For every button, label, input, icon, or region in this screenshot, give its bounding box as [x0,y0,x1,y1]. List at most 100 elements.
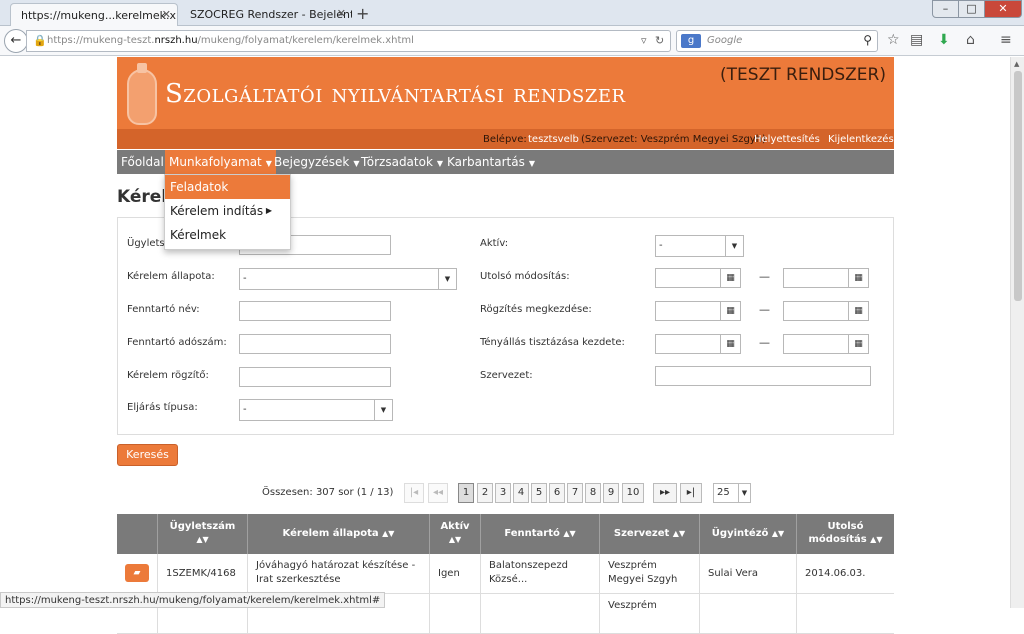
cell-fenntarto [480,594,599,634]
search-bar[interactable]: g Google ⚲ [676,30,878,52]
page-button-1[interactable]: 1 [458,483,474,503]
calendar-icon[interactable]: ▦ [720,335,740,353]
close-tab-icon[interactable]: ✕ [162,8,171,21]
szervezet-input[interactable] [655,366,871,386]
download-icon[interactable]: ⬇ [938,32,950,48]
col-header-szervezet[interactable]: Szervezet ▲▼ [599,514,699,554]
page-size-select[interactable]: 25 ▼ [713,483,751,503]
reading-list-icon[interactable]: ▤ [910,32,923,48]
menu-item-munkafolyamat[interactable]: Munkafolyamat ▼ [165,150,276,174]
rogzites-megkezdese-to[interactable]: ▦ [783,301,869,321]
fenntarto-nev-input[interactable] [239,301,391,321]
logout-link[interactable]: Kijelentkezés [828,134,894,145]
menu-item-fooldal[interactable]: Főoldal [121,150,164,174]
utolso-modositas-from[interactable]: ▦ [655,268,741,288]
kerelem-allapota-select[interactable]: - ▼ [239,268,457,290]
address-bar[interactable]: 🔒 https://mukeng-teszt.nrszh.hu/mukeng/f… [26,30,671,52]
bookmark-star-icon[interactable]: ☆ [887,32,900,48]
page-button-8[interactable]: 8 [585,483,601,503]
cell-utolso-modositas [796,594,894,634]
new-tab-icon[interactable]: + [356,4,369,23]
calendar-icon[interactable]: ▦ [848,302,868,320]
main-menu: Főoldal Munkafolyamat ▼ Bejegyzések ▼ Törz… [117,150,894,174]
calendar-icon[interactable]: ▦ [848,269,868,287]
tenyallas-from[interactable]: ▦ [655,334,741,354]
sort-icon[interactable]: ▲▼ [870,535,882,544]
lock-icon: 🔒 [33,34,47,47]
menu-item-karbantartas[interactable]: Karbantartás ▼ [447,150,535,174]
reload-icon[interactable]: ↻ [655,34,664,47]
utolso-modositas-to[interactable]: ▦ [783,268,869,288]
next-page-button[interactable]: ▸▸ [653,483,677,503]
sort-icon[interactable]: ▲▼ [382,529,394,538]
chevron-down-icon[interactable]: ▼ [725,236,743,256]
substitution-link[interactable]: Helyettesítés [754,134,820,145]
menu-hamburger-icon[interactable]: ≡ [1000,32,1012,48]
maximize-window-button[interactable]: □ [958,0,985,18]
page-button-9[interactable]: 9 [603,483,619,503]
page-button-2[interactable]: 2 [477,483,493,503]
kerelem-rogzito-input[interactable] [239,367,391,387]
cell-fenntarto: Balatonszepezd Közsé... [480,554,599,594]
browser-tab-active[interactable]: https://mukeng...kerelmek.xhtml ✕ [10,3,178,26]
page-button-4[interactable]: 4 [513,483,529,503]
col-header-ugyintezo[interactable]: Ügyintéző ▲▼ [699,514,796,554]
page-button-10[interactable]: 10 [622,483,644,503]
last-page-button[interactable]: ▸| [680,483,702,503]
table-row[interactable]: ▰ 1SZEMK/4168 Jóváhagyó határozat készít… [117,554,894,594]
browser-tab-inactive[interactable]: SZOCREG Rendszer - Bejelentk... ✕ [180,3,352,26]
dropdown-item-kerelmek[interactable]: Kérelmek [165,223,290,247]
col-header-ugyletszam[interactable]: Ügyletszám ▲▼ [157,514,247,554]
dropdown-item-feladatok[interactable]: Feladatok [165,175,290,199]
open-folder-icon[interactable]: ▰ [125,564,149,582]
site-banner: Szolgáltatói nyilvántartási rendszer (TE… [117,57,894,129]
col-header-aktiv[interactable]: Aktív ▲▼ [429,514,480,554]
rogzites-megkezdese-from[interactable]: ▦ [655,301,741,321]
page-scrollbar[interactable]: ▲ [1010,57,1024,608]
back-arrow-icon[interactable]: ← [4,29,28,53]
first-page-button[interactable]: |◂ [404,483,424,503]
search-button[interactable]: Keresés [117,444,178,466]
home-icon[interactable]: ⌂ [966,32,975,48]
sort-icon[interactable]: ▲▼ [196,535,208,544]
prev-page-button[interactable]: ◂◂ [428,483,448,503]
calendar-icon[interactable]: ▦ [720,302,740,320]
menu-item-bejegyzesek[interactable]: Bejegyzések ▼ [274,150,359,174]
label-kerelem-allapota: Kérelem állapota: [127,271,215,282]
calendar-icon[interactable]: ▦ [848,335,868,353]
google-search-engine-icon[interactable]: g [681,34,701,48]
label-fenntarto-nev: Fenntartó név: [127,304,200,315]
col-header-fenntarto[interactable]: Fenntartó ▲▼ [480,514,599,554]
col-header-kerelem-allapota[interactable]: Kérelem állapota ▲▼ [247,514,429,554]
dropdown-arrow-icon[interactable]: ▿ [641,34,647,47]
scrollbar-thumb[interactable] [1014,71,1022,301]
scroll-up-icon[interactable]: ▲ [1014,60,1019,68]
calendar-icon[interactable]: ▦ [720,269,740,287]
col-header-utolso-modositas[interactable]: Utolsó módosítás ▲▼ [796,514,894,554]
minimize-window-button[interactable]: – [932,0,959,18]
menu-item-torzsadatok[interactable]: Törzsadatok ▼ [361,150,443,174]
close-tab-icon[interactable]: ✕ [337,7,346,20]
sort-icon[interactable]: ▲▼ [449,535,461,544]
tenyallas-to[interactable]: ▦ [783,334,869,354]
page-button-3[interactable]: 3 [495,483,511,503]
page-button-7[interactable]: 7 [567,483,583,503]
dropdown-item-kerelem-inditas[interactable]: Kérelem indítás ▶ [165,199,290,223]
chevron-down-icon[interactable]: ▼ [438,269,456,289]
chevron-down-icon[interactable]: ▼ [738,484,750,502]
munkafolyamat-dropdown: Feladatok Kérelem indítás ▶ Kérelmek [164,174,291,250]
eljaras-tipusa-select[interactable]: - ▼ [239,399,393,421]
row-action-cell: ▰ [117,554,157,594]
page-button-6[interactable]: 6 [549,483,565,503]
page-button-5[interactable]: 5 [531,483,547,503]
close-window-button[interactable]: ✕ [984,0,1022,18]
sort-icon[interactable]: ▲▼ [673,529,685,538]
coat-of-arms-icon [127,63,157,125]
sort-icon[interactable]: ▲▼ [563,529,575,538]
search-icon[interactable]: ⚲ [863,33,872,47]
browser-tab-bar: https://mukeng...kerelmek.xhtml ✕ SZOCRE… [0,0,1024,26]
sort-icon[interactable]: ▲▼ [772,529,784,538]
chevron-down-icon[interactable]: ▼ [374,400,392,420]
aktiv-select[interactable]: - ▼ [655,235,744,257]
fenntarto-adoszam-input[interactable] [239,334,391,354]
